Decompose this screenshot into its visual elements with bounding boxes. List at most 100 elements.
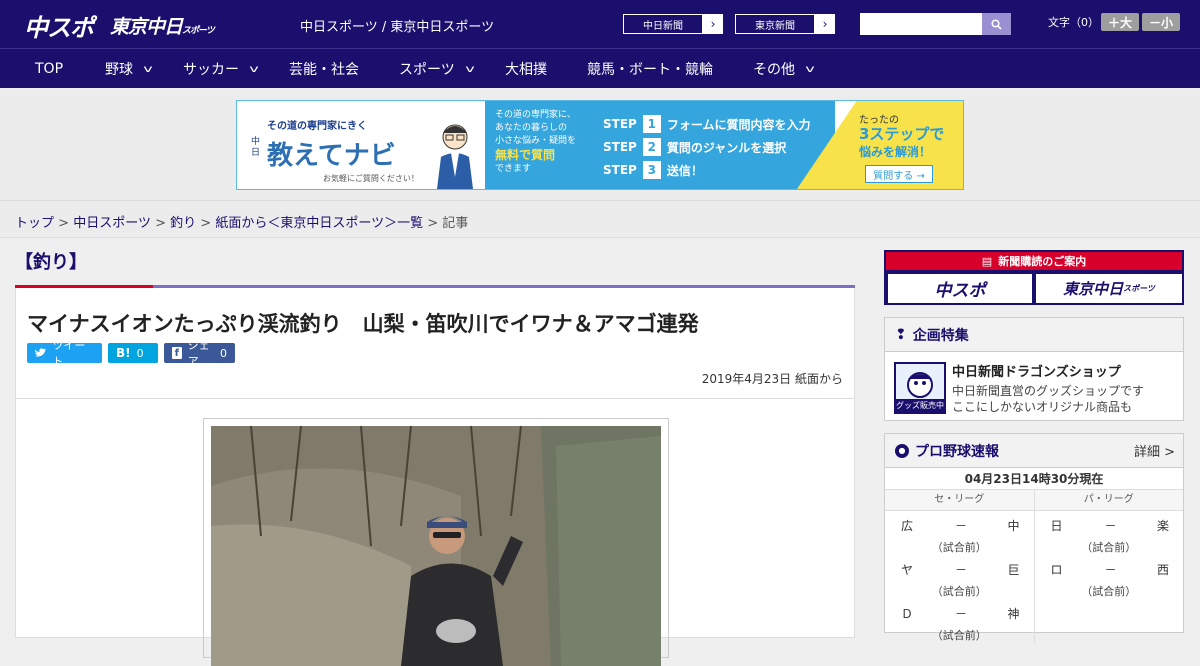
breadcrumb-link[interactable]: 中日スポーツ bbox=[73, 216, 151, 231]
article-divider bbox=[16, 398, 854, 399]
subscribe-tokyo-small: スポーツ bbox=[1123, 284, 1155, 293]
nav-label: 大相撲 bbox=[505, 62, 547, 78]
baseball-update-time: 04月23日14時30分現在 bbox=[885, 468, 1183, 490]
facebook-icon: f bbox=[172, 347, 182, 359]
search-button[interactable] bbox=[982, 13, 1011, 35]
league-header: セ・リーグ パ・リーグ bbox=[885, 490, 1183, 511]
facebook-count: 0 bbox=[220, 346, 227, 360]
nav-item-baseball[interactable]: 野球 v bbox=[105, 49, 153, 89]
game-row[interactable]: ロ － 西 （試合前） bbox=[1035, 555, 1184, 599]
game-score: － bbox=[1104, 563, 1117, 577]
nav-label: その他 bbox=[753, 62, 795, 78]
twitter-bird-icon bbox=[35, 348, 47, 357]
nav-item-soccer[interactable]: サッカー v bbox=[183, 49, 259, 89]
tokyo-shimbun-label: 東京新聞 bbox=[735, 14, 815, 34]
nav-item-sumo[interactable]: 大相撲 bbox=[505, 49, 547, 89]
subscription-header: ▤ 新聞購読のご案内 bbox=[886, 252, 1182, 270]
away-team: 西 bbox=[1156, 563, 1169, 577]
step-text: 質問のジャンルを選択 bbox=[666, 140, 787, 155]
game-status: （試合前） bbox=[931, 585, 987, 598]
facebook-share-button[interactable]: f シェア 0 bbox=[164, 339, 235, 368]
shop-desc-1: 中日新聞直営のグッズショップです bbox=[952, 384, 1145, 398]
shop-badge: グッズ販売中 bbox=[896, 399, 944, 412]
angler-photo-illustration bbox=[211, 426, 661, 666]
breadcrumb-link[interactable]: トップ bbox=[15, 216, 54, 231]
banner-mid-line: 小さな悩み・疑問を bbox=[495, 136, 577, 146]
game-row[interactable]: 日 － 楽 （試合前） bbox=[1035, 511, 1184, 555]
article-photo[interactable] bbox=[211, 426, 661, 666]
tokyo-shimbun-link[interactable]: 東京新聞 › bbox=[734, 13, 836, 35]
home-team: 日 bbox=[1050, 519, 1063, 533]
chevron-down-icon: v bbox=[143, 63, 153, 75]
tokyo-chunichi-logo[interactable]: 東京中日スポーツ bbox=[110, 12, 215, 39]
promo-big: 3ステップで bbox=[859, 125, 945, 143]
facebook-label: シェア bbox=[187, 339, 210, 368]
step-number: 2 bbox=[642, 138, 661, 156]
tweet-button[interactable]: ツイート bbox=[27, 339, 102, 368]
game-row[interactable]: 広 － 中 （試合前） bbox=[885, 511, 1034, 555]
nav-label: 野球 bbox=[105, 62, 133, 78]
game-score: － bbox=[955, 519, 968, 533]
game-row[interactable]: ヤ － 巨 （試合前） bbox=[885, 555, 1034, 599]
home-team: ロ bbox=[1050, 563, 1063, 577]
breadcrumb-bar: トップ > 中日スポーツ > 釣り > 紙面から＜東京中日スポーツ＞一覧 > 記… bbox=[0, 200, 1200, 238]
breadcrumb: トップ > 中日スポーツ > 釣り > 紙面から＜東京中日スポーツ＞一覧 > 記… bbox=[15, 212, 468, 231]
step-label: STEP bbox=[603, 163, 637, 177]
breadcrumb-link[interactable]: 釣り bbox=[170, 216, 196, 231]
nav-item-entertainment[interactable]: 芸能・社会 bbox=[289, 49, 359, 89]
banner-step-2: STEP 2 質問のジャンルを選択 bbox=[603, 138, 786, 156]
chevron-down-icon: v bbox=[464, 63, 475, 75]
banner-mid-line: できます bbox=[495, 164, 532, 174]
chevron-right-icon: › bbox=[703, 14, 723, 34]
dragons-mascot-icon bbox=[907, 372, 933, 398]
promo-cta-button[interactable]: 質問する → bbox=[865, 165, 933, 183]
tokyo-chunichi-logo-text: 東京中日 bbox=[110, 16, 183, 38]
chuspo-logo[interactable]: 中スポ bbox=[24, 8, 94, 43]
nav-item-sports[interactable]: スポーツ v bbox=[399, 49, 475, 89]
subscription-title: 新聞購読のご案内 bbox=[998, 255, 1087, 268]
game-status: （試合前） bbox=[931, 541, 987, 554]
nav-label: スポーツ bbox=[399, 62, 455, 78]
breadcrumb-current: 記事 bbox=[442, 216, 469, 231]
chunichi-shimbun-link[interactable]: 中日新聞 › bbox=[622, 13, 724, 35]
font-size-label: 文字（0） bbox=[1048, 16, 1099, 29]
breadcrumb-sep: > bbox=[427, 216, 439, 231]
banner-step-1: STEP 1 フォームに質問内容を入力 bbox=[603, 115, 810, 133]
game-row[interactable]: Ｄ － 神 （試合前） bbox=[885, 599, 1034, 643]
feature-box: ❢ 企画特集 グッズ販売中 中日新聞ドラゴンズショップ 中日新聞直営のグッズショッ… bbox=[884, 317, 1184, 421]
pacific-games: 日 － 楽 （試合前） ロ － 西 （試合前） bbox=[1035, 511, 1184, 643]
home-team: 広 bbox=[901, 519, 914, 533]
breadcrumb-sep: > bbox=[200, 216, 212, 231]
breadcrumb-sep: > bbox=[155, 216, 166, 231]
subscription-box: ▤ 新聞購読のご案内 中スポ 東京中日 スポーツ bbox=[884, 250, 1184, 305]
league-central: セ・リーグ bbox=[885, 490, 1035, 510]
font-larger-button[interactable]: ＋大 bbox=[1101, 13, 1139, 31]
dragons-shop-thumbnail[interactable]: グッズ販売中 bbox=[894, 362, 946, 414]
banner-brand-prefix: 中日 bbox=[251, 137, 261, 158]
nav-item-other[interactable]: その他 v bbox=[753, 49, 815, 89]
baseball-detail-link[interactable]: 詳細 > bbox=[1134, 441, 1175, 460]
subscribe-tokyo-label: 東京中日 bbox=[1063, 280, 1124, 298]
top-header-bar: 中スポ 東京中日スポーツ 中日スポーツ / 東京中日スポーツ 中日新聞 › 東京… bbox=[0, 0, 1200, 48]
breadcrumb-link[interactable]: 紙面から＜東京中日スポーツ＞一覧 bbox=[215, 216, 423, 231]
nav-item-top[interactable]: TOP bbox=[35, 49, 63, 89]
subscribe-tokyo-chunichi-button[interactable]: 東京中日 スポーツ bbox=[1036, 274, 1182, 303]
banner-mid-line: あなたの暮らしの bbox=[495, 123, 568, 133]
hatena-bookmark-button[interactable]: B! 0 bbox=[108, 343, 158, 363]
banner-step-3: STEP 3 送信！ bbox=[603, 161, 703, 179]
central-games: 広 － 中 （試合前） ヤ － 巨 （試合前） Ｄ － 神 （試合前） bbox=[885, 511, 1035, 643]
font-smaller-button[interactable]: －小 bbox=[1142, 13, 1180, 31]
nav-item-racing[interactable]: 競馬・ボート・競輪 bbox=[587, 49, 713, 89]
site-name: 中日スポーツ / 東京中日スポーツ bbox=[300, 20, 495, 35]
search-input[interactable] bbox=[860, 13, 982, 35]
tweet-label: ツイート bbox=[52, 339, 86, 368]
step-label: STEP bbox=[603, 117, 637, 131]
oshiete-navi-banner[interactable]: その道の専門家にきく 中日 教えてナビ お気軽にご質問ください！ その道の専門家… bbox=[236, 100, 964, 190]
subscribe-chuspo-button[interactable]: 中スポ bbox=[888, 274, 1032, 303]
shop-title[interactable]: 中日新聞ドラゴンズショップ bbox=[952, 361, 1121, 380]
home-team: ヤ bbox=[901, 563, 914, 577]
banner-note: お気軽にご質問ください！ bbox=[323, 174, 419, 183]
banner-brand: 教えてナビ bbox=[267, 141, 396, 171]
nav-label: TOP bbox=[35, 61, 64, 77]
league-columns: 広 － 中 （試合前） ヤ － 巨 （試合前） Ｄ － 神 （試合前） 日 － 楽 （試合前） ロ － 西 （… bbox=[885, 511, 1183, 643]
